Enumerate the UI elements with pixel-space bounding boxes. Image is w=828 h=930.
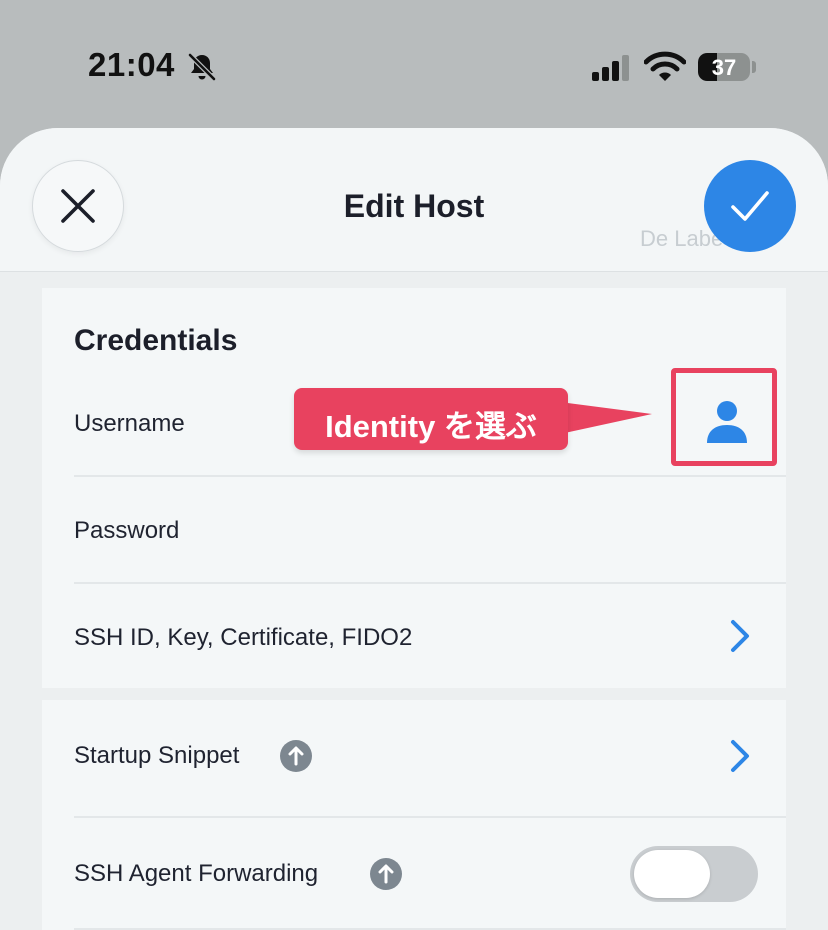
identity-picker-button[interactable] — [671, 368, 777, 466]
status-time: 21:04 — [88, 46, 175, 83]
startup-snippet-label: Startup Snippet — [74, 742, 240, 769]
callout-pointer — [560, 402, 652, 434]
annotation-callout: Identity を選ぶ — [294, 388, 568, 450]
password-label: Password — [74, 517, 180, 544]
confirm-button[interactable] — [704, 160, 796, 252]
agent-forwarding-label: SSH Agent Forwarding — [74, 860, 319, 887]
person-icon — [707, 401, 747, 443]
ssh-key-row[interactable]: SSH ID, Key, Certificate, FIDO2 — [74, 584, 786, 688]
username-label: Username — [74, 410, 185, 437]
arrow-up-circle-icon — [370, 858, 402, 890]
status-bar: 21:04 37 — [0, 0, 828, 128]
agent-forwarding-row: SSH Agent Forwarding — [74, 818, 786, 930]
ssh-key-label: SSH ID, Key, Certificate, FIDO2 — [74, 624, 413, 651]
wifi-icon — [644, 51, 686, 81]
sheet-header: De Labe Edit Host — [0, 128, 828, 272]
cellular-signal-icon — [592, 55, 629, 81]
battery-icon: 37 — [698, 53, 750, 81]
checkmark-icon — [731, 191, 769, 221]
battery-cap — [752, 61, 756, 73]
toggle-knob — [634, 850, 710, 898]
credentials-card: Credentials Username Password SSH ID, Ke… — [42, 288, 786, 688]
section-title-credentials: Credentials — [74, 324, 238, 357]
chevron-right-icon — [731, 740, 749, 772]
chevron-right-icon — [731, 620, 749, 652]
bell-slash-icon — [188, 53, 216, 81]
arrow-up-circle-icon — [280, 740, 312, 772]
agent-forwarding-toggle[interactable] — [630, 846, 758, 902]
annotation-callout-text: Identity を選ぶ — [325, 409, 537, 444]
startup-snippet-row[interactable]: Startup Snippet — [74, 700, 786, 818]
edit-host-sheet: De Labe Edit Host Credentials Username P… — [0, 128, 828, 930]
advanced-card: Startup Snippet SSH Agent Forwarding — [42, 700, 786, 930]
battery-level: 37 — [711, 55, 737, 80]
password-field[interactable]: Password — [74, 477, 786, 584]
